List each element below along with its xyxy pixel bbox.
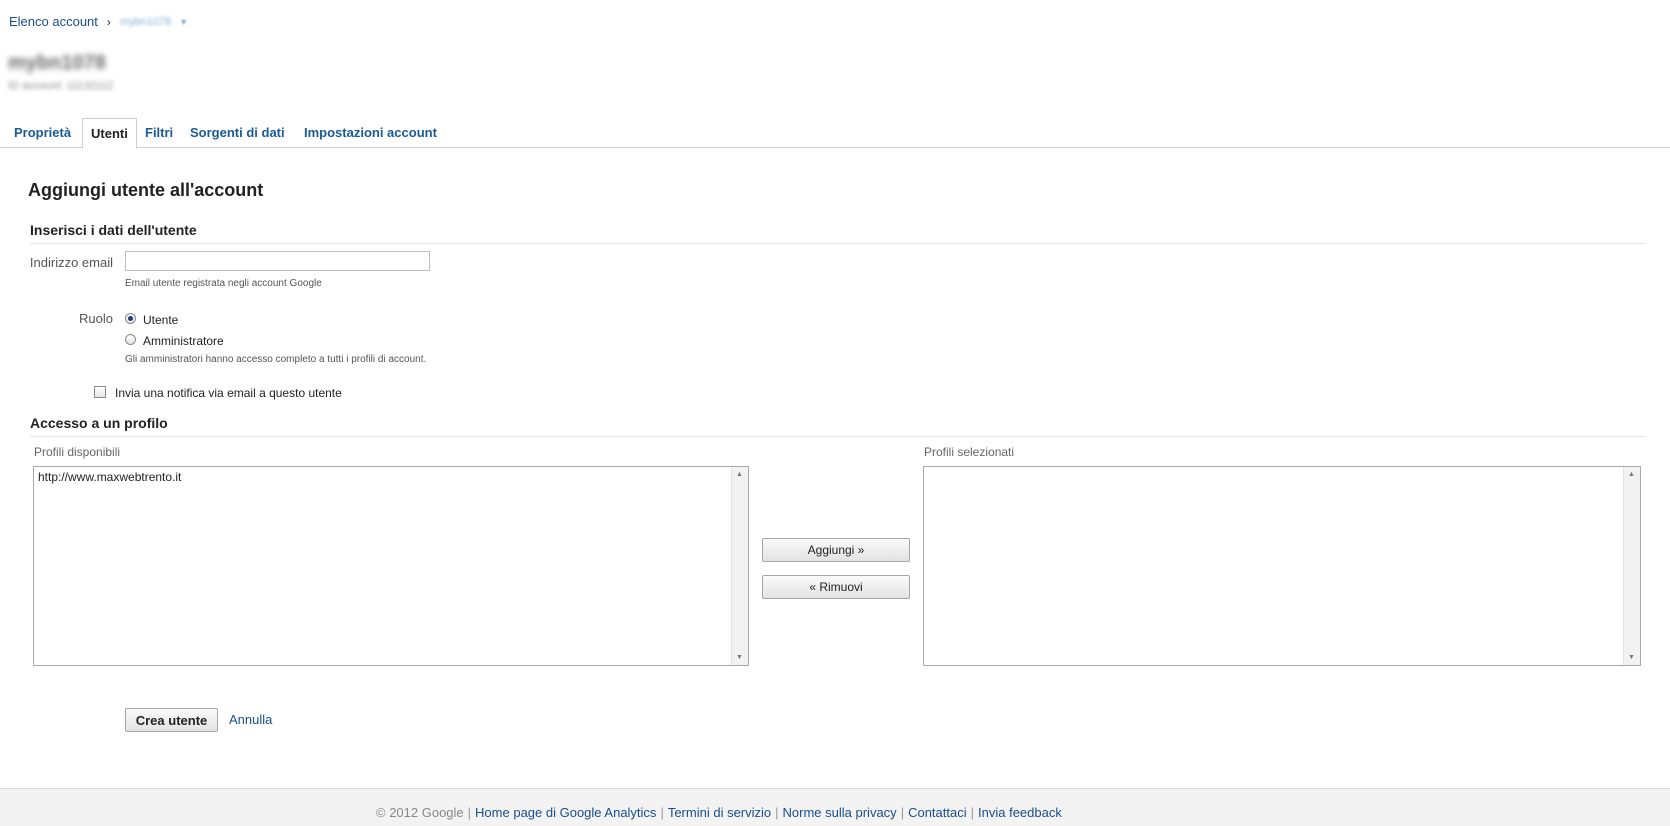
available-profiles-listbox[interactable]: http://www.maxwebtrento.it ▲ ▼ xyxy=(33,466,749,666)
tab-proprieta[interactable]: Proprietà xyxy=(14,125,71,140)
email-label: Indirizzo email xyxy=(29,255,113,270)
notify-checkbox[interactable] xyxy=(94,386,106,398)
footer-link-terms[interactable]: Termini di servizio xyxy=(668,805,771,820)
breadcrumb: Elenco account › mybn1078 ▼ xyxy=(9,14,188,29)
role-help-text: Gli amministratori hanno accesso complet… xyxy=(125,354,427,365)
account-title: mybn1078 xyxy=(8,52,106,74)
available-profiles-label: Profili disponibili xyxy=(34,445,121,459)
tab-impostazioni-account[interactable]: Impostazioni account xyxy=(304,125,437,140)
tab-utenti[interactable]: Utenti xyxy=(82,118,137,149)
profile-access-heading: Accesso a un profilo xyxy=(30,415,1645,437)
breadcrumb-separator: › xyxy=(106,14,111,29)
footer-separator: | xyxy=(467,805,472,820)
page-title: Aggiungi utente all'account xyxy=(28,180,264,200)
tab-sorgenti-di-dati[interactable]: Sorgenti di dati xyxy=(190,125,285,140)
footer-link-privacy[interactable]: Norme sulla privacy xyxy=(783,805,897,820)
role-option-utente-label[interactable]: Utente xyxy=(143,313,178,327)
email-help-text: Email utente registrata negli account Go… xyxy=(125,278,322,289)
footer-separator: | xyxy=(970,805,975,820)
footer: © 2012 Google | Home page di Google Analyt… xyxy=(0,788,1670,826)
footer-link-contact[interactable]: Contattaci xyxy=(908,805,967,820)
scroll-up-arrow-icon[interactable]: ▲ xyxy=(1628,471,1635,478)
footer-link-analytics-home[interactable]: Home page di Google Analytics xyxy=(475,805,656,820)
breadcrumb-account-list-link[interactable]: Elenco account xyxy=(9,14,98,29)
role-radio-amministratore[interactable] xyxy=(125,334,136,345)
footer-copyright: © 2012 Google xyxy=(376,805,464,820)
role-label: Ruolo xyxy=(79,311,113,326)
footer-separator: | xyxy=(900,805,905,820)
radio-selected-dot xyxy=(128,316,133,321)
cancel-link[interactable]: Annulla xyxy=(229,712,272,727)
selected-profiles-label: Profili selezionati xyxy=(924,445,1015,459)
footer-separator: | xyxy=(660,805,664,820)
scroll-up-arrow-icon[interactable]: ▲ xyxy=(736,471,743,478)
remove-profile-button[interactable]: « Rimuovi xyxy=(762,575,910,599)
email-field[interactable] xyxy=(125,251,430,271)
scroll-down-arrow-icon[interactable]: ▼ xyxy=(736,654,743,661)
selected-profiles-scrollbar[interactable]: ▲ ▼ xyxy=(1623,467,1640,665)
available-profile-item[interactable]: http://www.maxwebtrento.it xyxy=(38,470,181,484)
add-profile-button[interactable]: Aggiungi » xyxy=(762,538,910,562)
footer-link-feedback[interactable]: Invia feedback xyxy=(978,805,1062,820)
available-profiles-scrollbar[interactable]: ▲ ▼ xyxy=(731,467,748,665)
role-option-amministratore-label[interactable]: Amministratore xyxy=(143,334,224,348)
tab-filtri[interactable]: Filtri xyxy=(145,125,173,140)
scroll-down-arrow-icon[interactable]: ▼ xyxy=(1628,654,1635,661)
selected-profiles-listbox[interactable]: ▲ ▼ xyxy=(923,466,1641,666)
create-user-button[interactable]: Crea utente xyxy=(125,708,218,732)
role-radio-utente[interactable] xyxy=(125,313,136,324)
user-data-heading: Inserisci i dati dell'utente xyxy=(30,222,1645,244)
footer-links: © 2012 Google | Home page di Google Analyt… xyxy=(376,805,1062,820)
tab-bar: Proprietà Utenti Filtri Sorgenti di dati… xyxy=(0,118,1670,149)
breadcrumb-current-account[interactable]: mybn1078 xyxy=(120,16,171,28)
account-id: ID account: 11132112 xyxy=(8,80,114,92)
footer-separator: | xyxy=(775,805,779,820)
chevron-down-icon[interactable]: ▼ xyxy=(179,17,188,27)
notify-checkbox-label[interactable]: Invia una notifica via email a questo ut… xyxy=(115,386,342,400)
